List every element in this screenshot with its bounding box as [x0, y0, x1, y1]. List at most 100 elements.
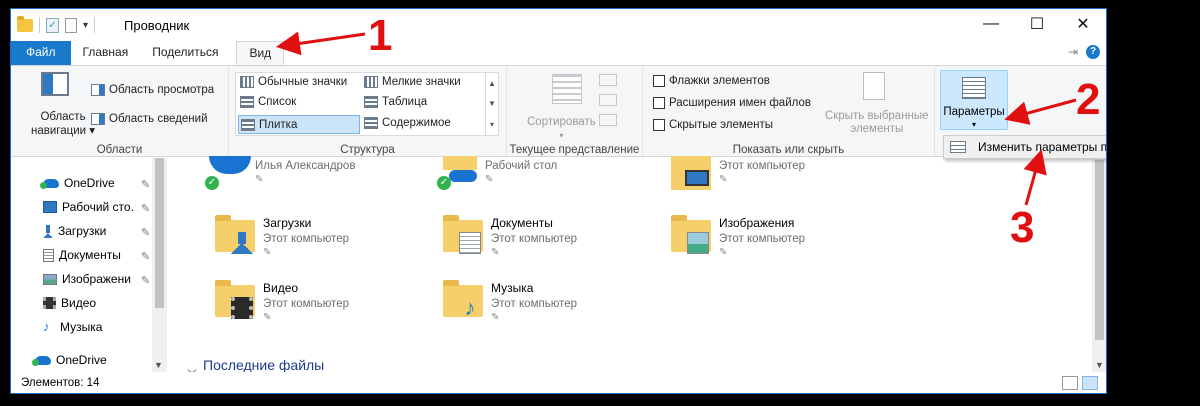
checkbox-hidden-items[interactable]: Скрытые элементы — [653, 119, 773, 131]
nav-item-desktop[interactable]: Рабочий сто. — [43, 200, 134, 214]
chevron-down-icon[interactable]: ▼ — [488, 99, 496, 108]
add-columns-icon[interactable] — [599, 94, 617, 106]
group-by-icon[interactable] — [599, 74, 617, 86]
pictures-folder-icon — [671, 215, 711, 254]
sync-check-icon: ✓ — [205, 176, 219, 190]
music-note-icon: ♪ — [464, 295, 476, 320]
options-icon — [962, 77, 986, 99]
videos-folder-icon — [215, 280, 255, 319]
details-view-icon[interactable] — [1062, 376, 1078, 390]
pin-icon: ✎ — [141, 203, 151, 215]
tile-pictures[interactable]: Изображения Этот компьютер ✎ — [671, 210, 805, 258]
small-icons-icon — [364, 76, 378, 88]
tile-documents[interactable]: Документы Этот компьютер ✎ — [443, 210, 577, 258]
chevron-down-icon[interactable]: ▼ — [1095, 360, 1104, 370]
pin-icon: ✎ — [141, 179, 151, 191]
window-title: Проводник — [124, 18, 190, 33]
group-label-current-view: Текущее представление — [509, 144, 640, 156]
qat-dropdown-icon[interactable]: ▾ — [83, 20, 88, 31]
nav-item-music[interactable]: ♪ Музыка — [43, 319, 102, 335]
download-arrow-icon — [231, 232, 253, 254]
navigation-pane: OneDrive ✎ Рабочий сто. ✎ Загрузки ✎ Док… — [11, 158, 167, 372]
maximize-button[interactable]: ☐ — [1014, 9, 1060, 39]
nav-item-videos[interactable]: Видео — [43, 296, 96, 310]
tile-videos[interactable]: Видео Этот компьютер ✎ — [215, 275, 349, 323]
chevron-down-icon[interactable]: ▼ — [154, 360, 163, 370]
tab-view[interactable]: Вид — [236, 41, 285, 66]
nav-item-pictures[interactable]: Изображени — [43, 272, 131, 286]
layout-content[interactable]: Содержимое — [364, 117, 451, 129]
picture-icon — [687, 232, 709, 254]
change-folder-options-menu-item[interactable]: Изменить параметры папок и поиска — [943, 135, 1106, 159]
checkbox[interactable] — [653, 119, 665, 131]
ribbon: Область навигации ▾ Область просмотра Об… — [11, 65, 1106, 158]
tile-desktop[interactable]: ✓ Рабочий стол ✎ — [433, 156, 557, 192]
layout-list[interactable]: Список — [240, 96, 296, 108]
nav-scrollbar[interactable]: ▼ — [152, 158, 167, 372]
tab-home[interactable]: Главная — [71, 41, 141, 65]
preview-pane-button[interactable]: Область просмотра — [91, 84, 214, 96]
large-icons-icon — [240, 76, 254, 88]
properties-icon[interactable]: ✓ — [46, 17, 59, 33]
group-label-show-hide: Показать или скрыть — [732, 144, 845, 156]
layout-gallery: Обычные значки Мелкие значки Список Табл… — [235, 72, 499, 136]
help-icon[interactable]: ? — [1086, 45, 1100, 59]
group-show-hide: Флажки элементов Расширения имен файлов … — [643, 66, 935, 158]
music-folder-icon: ♪ — [443, 280, 483, 320]
size-columns-icon[interactable] — [599, 114, 617, 126]
quick-access-toolbar: ✓ ▾ — [17, 15, 96, 33]
onedrive-icon — [40, 178, 59, 189]
content-pane: ✓ Илья Александров ✎ ✓ Рабочий стол ✎ Эт… — [167, 156, 1092, 389]
music-icon: ♪ — [43, 319, 50, 334]
tile-this-pc[interactable]: Этот компьютер ✎ — [671, 156, 805, 192]
folder-icon — [17, 15, 33, 32]
checkbox[interactable] — [653, 97, 665, 109]
nav-item-onedrive-root[interactable]: OneDrive — [32, 353, 107, 367]
ribbon-right-controls: ⇥ ? — [1068, 45, 1100, 59]
content-scrollbar[interactable]: ▼ — [1092, 158, 1106, 372]
options-button[interactable]: Параметры ▾ — [940, 70, 1008, 130]
tab-file[interactable]: Файл — [11, 41, 71, 65]
layout-details[interactable]: Таблица — [364, 96, 427, 108]
pin-icon: ✎ — [719, 174, 728, 185]
hide-selected-button[interactable]: Скрыть выбранные элементы — [825, 110, 929, 136]
nav-item-onedrive[interactable]: OneDrive — [40, 176, 115, 190]
content-scrollbar-thumb[interactable] — [1095, 160, 1104, 340]
close-button[interactable]: ✕ — [1060, 9, 1106, 39]
tile-downloads[interactable]: Загрузки Этот компьютер ✎ — [215, 210, 349, 258]
pin-icon: ✎ — [491, 312, 500, 323]
new-folder-icon[interactable] — [65, 17, 77, 33]
checkbox[interactable] — [653, 75, 665, 87]
checkbox-file-extensions[interactable]: Расширения имен файлов — [653, 97, 811, 109]
annotation-number-1: 1 — [368, 11, 393, 60]
pin-icon: ✎ — [141, 251, 151, 263]
pin-ribbon-icon[interactable]: ⇥ — [1068, 45, 1078, 59]
pin-icon: ✎ — [141, 275, 151, 287]
layout-small-icons[interactable]: Мелкие значки — [364, 76, 461, 88]
sort-button[interactable]: Сортировать ▾ — [527, 116, 596, 142]
layout-gallery-scroll[interactable]: ▲ ▼ ▾ — [485, 73, 498, 135]
navigation-pane-button[interactable]: Область навигации ▾ — [31, 110, 95, 138]
tiles-view-icon[interactable] — [1082, 376, 1098, 390]
chevron-up-icon[interactable]: ▲ — [488, 79, 496, 88]
nav-scrollbar-thumb[interactable] — [155, 158, 164, 308]
nav-item-documents[interactable]: Документы — [43, 248, 121, 262]
pin-icon: ✎ — [141, 227, 151, 239]
navigation-pane-icon[interactable] — [41, 72, 69, 96]
tab-share[interactable]: Поделиться — [140, 41, 230, 65]
tile-music[interactable]: ♪ Музыка Этот компьютер ✎ — [443, 275, 577, 323]
tile-user-folder[interactable]: ✓ Илья Александров ✎ — [203, 156, 355, 192]
details-pane-button[interactable]: Область сведений — [91, 113, 208, 125]
annotation-number-2: 2 — [1076, 75, 1101, 124]
nav-item-downloads[interactable]: Загрузки — [43, 224, 106, 238]
expand-gallery-icon[interactable]: ▾ — [490, 120, 494, 129]
minimize-button[interactable]: — — [968, 9, 1014, 39]
layout-large-icons[interactable]: Обычные значки — [240, 76, 347, 88]
film-icon — [231, 297, 253, 319]
checkbox-item-check-boxes[interactable]: Флажки элементов — [653, 75, 770, 87]
layout-tiles[interactable]: Плитка — [238, 115, 360, 134]
user-folder-icon: ✓ — [203, 156, 251, 192]
chevron-down-icon: ▾ — [971, 120, 976, 129]
explorer-window: ✓ ▾ Проводник — ☐ ✕ Файл Главная Поделит… — [10, 8, 1107, 394]
document-icon — [459, 232, 481, 254]
